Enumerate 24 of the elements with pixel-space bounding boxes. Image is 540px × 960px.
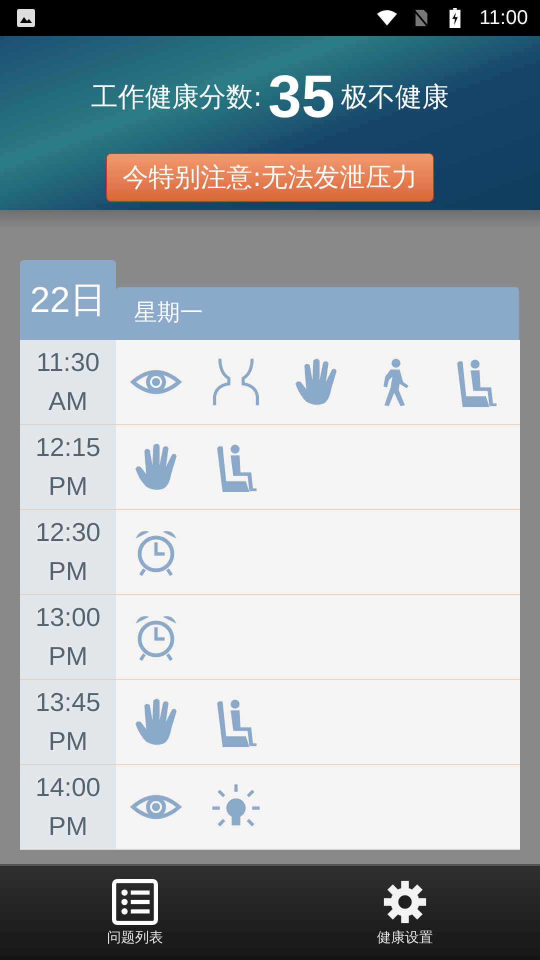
period-label: PM — [48, 470, 88, 503]
period-label: PM — [48, 725, 88, 758]
score-label: 工作健康分数: — [91, 80, 262, 114]
health-score: 35 — [268, 62, 335, 131]
period-label: PM — [48, 555, 88, 588]
list-icon — [112, 879, 158, 925]
time-label: 11:30 — [36, 346, 100, 379]
time-label: 12:15 — [35, 431, 101, 464]
score-rating: 极不健康 — [340, 80, 449, 114]
nav-button[interactable]: 健康设置 — [305, 866, 505, 960]
period-label: AM — [48, 385, 88, 418]
time-label: 12:30 — [35, 516, 101, 549]
image-icon — [16, 8, 36, 28]
time-label: 13:45 — [35, 686, 101, 719]
period-label: PM — [48, 810, 88, 843]
clock-time: 11:00 — [479, 6, 528, 30]
period-label: PM — [48, 640, 88, 673]
alert-bubble: 今特别注意:无法发泄压力 — [106, 153, 434, 202]
settings-icon — [382, 879, 428, 925]
wifi-icon — [377, 8, 398, 28]
nav-button[interactable]: 问题列表 — [35, 866, 235, 960]
weekday-label: 星期一 — [134, 299, 203, 328]
time-label: 14:00 — [35, 771, 101, 804]
time-label: 13:00 — [35, 601, 101, 634]
